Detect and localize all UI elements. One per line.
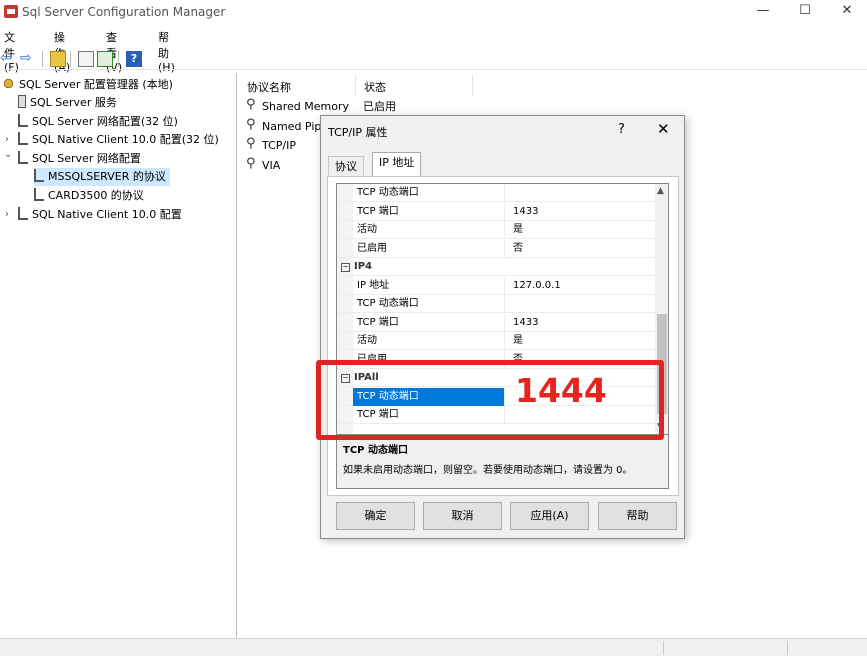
property-name: TCP 端口 bbox=[353, 202, 505, 221]
grid-property-row[interactable]: 活动是 bbox=[337, 221, 655, 239]
annotation-label: 1444 bbox=[515, 371, 607, 410]
list-item[interactable]: Shared Memory bbox=[246, 96, 349, 116]
property-description: TCP 动态端口 如果未启用动态端口，则留空。若要使用动态端口，请设置为 0。 bbox=[336, 435, 669, 489]
property-name: 已启用 bbox=[353, 239, 505, 258]
property-name: TCP 动态端口 bbox=[353, 184, 505, 202]
toolbar-separator bbox=[118, 51, 119, 67]
column-header-name[interactable]: 协议名称 bbox=[247, 79, 291, 95]
column-divider[interactable] bbox=[355, 75, 356, 97]
tcpip-properties-dialog: TCP/IP 属性 ? ✕ 协议 IP 地址 TCP 动态端口 TCP 端口 143… bbox=[320, 115, 685, 539]
tree-item-services[interactable]: SQL Server 服务 bbox=[18, 94, 117, 112]
toolbar: ⇦ ⇨ ? bbox=[0, 48, 867, 70]
property-name: 活动 bbox=[353, 221, 505, 239]
back-arrow-icon[interactable]: ⇦ bbox=[0, 51, 16, 67]
status-bar bbox=[0, 638, 867, 656]
collapse-icon[interactable]: − bbox=[341, 263, 350, 272]
tree-item-network32[interactable]: SQL Server 网络配置(32 位) bbox=[18, 113, 178, 131]
help-icon[interactable]: ? bbox=[126, 51, 142, 67]
tree-item-card3500[interactable]: CARD3500 的协议 bbox=[34, 187, 144, 205]
description-text: 如果未启用动态端口，则留空。若要使用动态端口，请设置为 0。 bbox=[343, 465, 633, 476]
grid-section-row[interactable]: − IP4 bbox=[337, 258, 655, 276]
tree-root[interactable]: SQL Server 配置管理器 (本地) bbox=[2, 76, 173, 94]
tab-ip-addresses[interactable]: IP 地址 bbox=[372, 152, 422, 177]
dialog-close-button[interactable]: ✕ bbox=[657, 120, 670, 138]
toolbar-separator bbox=[42, 51, 43, 67]
tab-protocol[interactable]: 协议 bbox=[328, 156, 364, 176]
client-config-icon bbox=[18, 132, 28, 145]
dialog-help-button[interactable]: ? bbox=[618, 122, 625, 137]
property-value[interactable]: 1433 bbox=[509, 314, 655, 332]
navigation-tree: SQL Server 配置管理器 (本地) SQL Server 服务 SQL … bbox=[0, 73, 237, 638]
tree-item-network[interactable]: SQL Server 网络配置 bbox=[18, 150, 141, 168]
grid-property-row[interactable]: IP 地址 127.0.0.1 bbox=[337, 276, 655, 295]
section-name: IP4 bbox=[354, 261, 373, 272]
config-manager-icon bbox=[2, 77, 15, 90]
property-name: IP 地址 bbox=[353, 276, 505, 295]
property-name: TCP 端口 bbox=[353, 313, 505, 332]
export-list-icon[interactable] bbox=[97, 51, 113, 67]
chevron-down-icon[interactable]: ⌄ bbox=[4, 149, 12, 160]
grid-property-row[interactable]: TCP 端口 1433 bbox=[337, 313, 655, 332]
protocols-icon bbox=[34, 169, 44, 182]
grid-property-row[interactable]: TCP 动态端口 bbox=[337, 184, 655, 202]
protocol-icon bbox=[246, 155, 259, 173]
toolbar-separator bbox=[70, 51, 71, 67]
column-divider[interactable] bbox=[472, 75, 473, 97]
maximize-button[interactable]: ☐ bbox=[782, 0, 828, 24]
grid-property-row[interactable]: 活动是 bbox=[337, 332, 655, 350]
minimize-button[interactable]: — bbox=[740, 0, 786, 24]
column-header-status[interactable]: 状态 bbox=[364, 79, 386, 95]
list-item-status: 已启用 bbox=[363, 100, 396, 113]
grid-property-row[interactable]: 已启用否 bbox=[337, 239, 655, 258]
list-item[interactable]: VIA bbox=[246, 155, 280, 175]
ok-button[interactable]: 确定 bbox=[336, 502, 415, 530]
property-value[interactable]: 是 bbox=[509, 332, 655, 350]
app-icon bbox=[4, 5, 18, 18]
tree-item-native[interactable]: SQL Native Client 10.0 配置 bbox=[18, 206, 182, 224]
tree-item-native32[interactable]: SQL Native Client 10.0 配置(32 位) bbox=[18, 131, 219, 149]
dialog-title: TCP/IP 属性 bbox=[328, 126, 388, 139]
up-folder-icon[interactable] bbox=[50, 51, 66, 67]
scroll-up-icon[interactable]: ▲ bbox=[657, 186, 664, 196]
network-config-icon bbox=[18, 114, 28, 127]
property-value[interactable]: 127.0.0.1 bbox=[509, 277, 655, 295]
grid-property-row[interactable]: TCP 动态端口 bbox=[337, 295, 655, 313]
apply-button[interactable]: 应用(A) bbox=[510, 502, 589, 530]
list-item[interactable]: TCP/IP bbox=[246, 135, 296, 155]
status-divider bbox=[787, 641, 788, 655]
ip-addresses-panel: TCP 动态端口 TCP 端口 1433 活动是已启用否 − IP4 IP 地址 127.0.… bbox=[327, 176, 679, 496]
protocol-icon bbox=[246, 135, 259, 153]
protocol-icon bbox=[246, 96, 259, 114]
status-divider bbox=[663, 641, 664, 655]
protocols-icon bbox=[34, 188, 44, 201]
network-config-icon bbox=[18, 151, 28, 164]
services-icon bbox=[18, 95, 26, 108]
show-list-icon[interactable] bbox=[78, 51, 94, 67]
section-label: − IP4 bbox=[337, 258, 655, 276]
client-config-icon bbox=[18, 207, 28, 220]
window-title: Sql Server Configuration Manager bbox=[22, 5, 226, 19]
property-name: TCP 动态端口 bbox=[353, 295, 505, 313]
title-bar: Sql Server Configuration Manager — ☐ ✕ bbox=[0, 0, 867, 24]
chevron-right-icon[interactable]: › bbox=[5, 209, 9, 220]
forward-arrow-icon[interactable]: ⇨ bbox=[20, 51, 36, 67]
property-value[interactable]: 是 bbox=[509, 221, 655, 239]
cancel-button[interactable]: 取消 bbox=[423, 502, 502, 530]
property-name: 活动 bbox=[353, 332, 505, 350]
tree-item-mssqlserver[interactable]: MSSQLSERVER 的协议 bbox=[34, 168, 170, 186]
list-item[interactable]: Named Pipes bbox=[246, 118, 320, 136]
highlight-box bbox=[316, 360, 664, 440]
close-button[interactable]: ✕ bbox=[824, 0, 867, 24]
property-value[interactable]: 1433 bbox=[509, 203, 655, 221]
chevron-right-icon[interactable]: › bbox=[5, 134, 9, 145]
description-title: TCP 动态端口 bbox=[343, 445, 408, 456]
help-button[interactable]: 帮助 bbox=[598, 502, 677, 530]
protocol-icon bbox=[246, 118, 259, 134]
property-value[interactable]: 否 bbox=[509, 240, 655, 258]
grid-property-row[interactable]: TCP 端口 1433 bbox=[337, 202, 655, 221]
